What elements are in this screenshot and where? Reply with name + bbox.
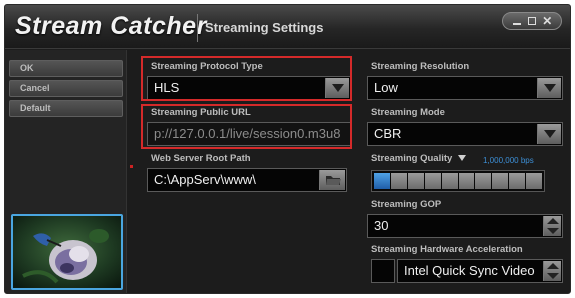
root-path-label: Web Server Root Path	[151, 153, 251, 164]
quality-bps: 1,000,000 bps	[483, 156, 534, 165]
hw-accel-checkbox[interactable]	[371, 259, 395, 283]
marker-dot	[130, 165, 133, 168]
quality-segment[interactable]	[390, 173, 407, 189]
window-controls: ✕	[502, 12, 562, 30]
resolution-value: Low	[374, 80, 398, 95]
quality-segment[interactable]	[492, 173, 509, 189]
protocol-type-value: HLS	[154, 80, 180, 95]
quality-segment[interactable]	[441, 173, 458, 189]
protocol-type-select[interactable]: HLS	[147, 76, 351, 100]
public-url-field[interactable]: p://127.0.0.1/live/session0.m3u8	[147, 122, 351, 146]
mode-value: CBR	[374, 126, 402, 141]
app-title: Stream Catcher	[15, 12, 207, 40]
window-subtitle: Streaming Settings	[205, 20, 324, 35]
quality-segment[interactable]	[407, 173, 424, 189]
mode-select[interactable]: CBR	[367, 122, 563, 146]
root-path-field[interactable]: C:\AppServ\www\	[147, 168, 347, 192]
public-url-label: Streaming Public URL	[151, 107, 251, 118]
video-preview-thumbnail	[11, 214, 123, 290]
protocol-type-label: Streaming Protocol Type	[151, 61, 263, 72]
chevron-down-icon[interactable]	[537, 124, 561, 144]
mode-label: Streaming Mode	[371, 107, 445, 118]
title-separator	[197, 14, 198, 42]
folder-icon	[326, 176, 341, 185]
quality-slider[interactable]	[371, 170, 545, 192]
quality-segment[interactable]	[458, 173, 475, 189]
spin-down-icon[interactable]	[547, 228, 559, 234]
close-icon[interactable]: ✕	[541, 15, 553, 27]
ok-button[interactable]: OK	[9, 60, 123, 77]
cancel-button[interactable]: Cancel	[9, 80, 123, 97]
minimize-icon[interactable]	[511, 15, 523, 27]
root-path-value: C:\AppServ\www\	[154, 172, 256, 187]
chevron-down-icon[interactable]	[325, 78, 349, 98]
gop-label: Streaming GOP	[371, 199, 442, 210]
quality-segment[interactable]	[424, 173, 441, 189]
title-bar[interactable]: Stream Catcher Streaming Settings ✕	[5, 5, 570, 49]
hw-accel-value: Intel Quick Sync Video	[404, 263, 535, 278]
default-button[interactable]: Default	[9, 100, 123, 117]
sidebar: OK Cancel Default	[5, 50, 127, 293]
quality-segment[interactable]	[374, 173, 390, 189]
settings-window: Stream Catcher Streaming Settings ✕ OK C…	[4, 4, 571, 294]
quality-segment[interactable]	[475, 173, 492, 189]
spin-up-icon[interactable]	[547, 218, 559, 224]
public-url-value: p://127.0.0.1/live/session0.m3u8	[154, 126, 341, 141]
gop-value: 30	[374, 218, 389, 233]
bird-on-flower-image	[13, 216, 121, 288]
spin-arrows-icon[interactable]	[543, 216, 561, 236]
quality-label-text: Streaming Quality	[371, 153, 453, 164]
gop-stepper[interactable]: 30	[367, 214, 563, 238]
hw-accel-label: Streaming Hardware Acceleration	[371, 244, 523, 255]
resolution-label: Streaming Resolution	[371, 61, 470, 72]
quality-label: Streaming Quality	[371, 153, 466, 164]
chevron-down-icon[interactable]	[537, 78, 561, 98]
spin-down-icon[interactable]	[547, 273, 559, 279]
hw-accel-select[interactable]: Intel Quick Sync Video	[397, 259, 563, 283]
spin-arrows-icon[interactable]	[543, 261, 561, 281]
spin-up-icon[interactable]	[547, 263, 559, 269]
resolution-select[interactable]: Low	[367, 76, 563, 100]
caret-down-icon[interactable]	[457, 155, 466, 162]
quality-segment[interactable]	[526, 173, 543, 189]
quality-segment[interactable]	[509, 173, 526, 189]
maximize-icon[interactable]	[526, 15, 538, 27]
folder-browse-button[interactable]	[319, 170, 345, 190]
